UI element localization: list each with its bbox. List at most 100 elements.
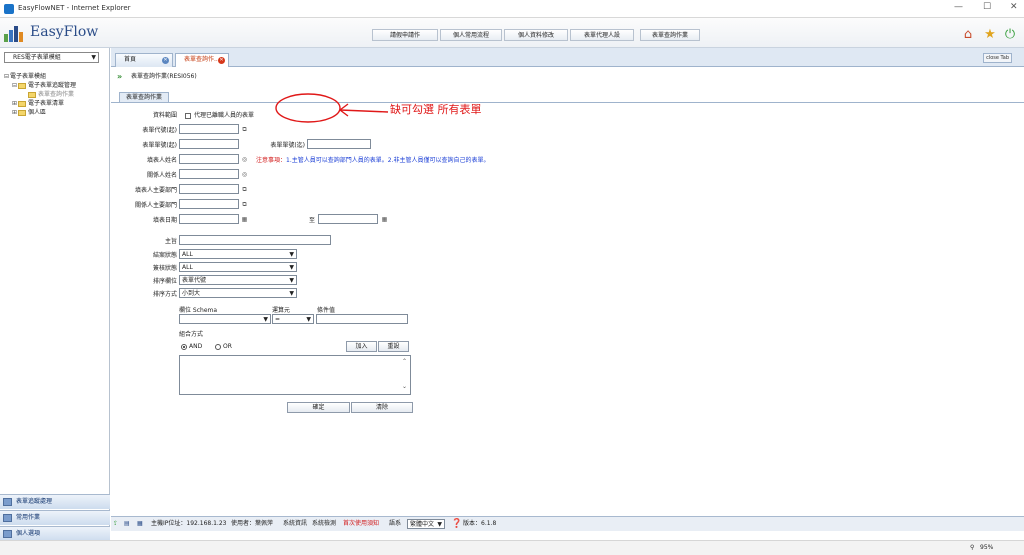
fill-date-to-input[interactable]: [318, 214, 378, 224]
combine-textarea[interactable]: ⌃ ⌄: [179, 355, 411, 395]
checkbox[interactable]: [185, 112, 191, 119]
nav-common-flows[interactable]: 個人常用流程: [440, 29, 502, 41]
breadcrumb: » 表單查詢作業(RESI056): [111, 68, 1024, 85]
sort-order-select[interactable]: 小到大 ▼: [179, 288, 297, 298]
chevron-down-icon: ▼: [437, 521, 442, 528]
close-icon[interactable]: ✕: [162, 57, 169, 64]
filler-name-label: 填表人姓名: [146, 157, 177, 164]
fill-date-from-input[interactable]: [179, 214, 239, 224]
syscheck-link[interactable]: 系統檢測: [312, 517, 336, 531]
related-dept-input[interactable]: [179, 199, 239, 209]
chevron-down-icon: ▼: [306, 316, 311, 323]
sort-order-label: 排序方式: [152, 291, 177, 298]
chevron-down-icon: ▼: [91, 54, 96, 61]
radio-and[interactable]: AND: [181, 343, 202, 350]
accordion-form-tracking[interactable]: 表單追蹤處理: [0, 494, 110, 509]
tab-home[interactable]: 首頁 ✕: [115, 53, 173, 67]
related-name-label: 關係人姓名: [146, 172, 177, 179]
annotation-text: 缺可勾選 所有表單: [390, 103, 482, 116]
nav-leave-request[interactable]: 請假申請作: [372, 29, 438, 41]
app-statusbar: ⇪ ▤ ▦ 主機IP位址：192.168.1.23 使用者：葉佩萍 系統資訊 系…: [111, 516, 1024, 531]
app-header: EasyFlow 請假申請作 個人常用流程 個人資料修改 表單代理人設 表單查詢…: [0, 18, 1024, 48]
document-icon[interactable]: ▤: [124, 517, 130, 531]
tree-group-tracking[interactable]: ⊟ 電子表單追蹤管理: [12, 81, 76, 90]
subject-label: 主旨: [164, 238, 177, 245]
calendar-icon[interactable]: ▦: [241, 216, 248, 223]
schema-select[interactable]: ▼: [179, 314, 271, 324]
favorite-star-icon[interactable]: ★: [982, 27, 998, 43]
radio-selected[interactable]: [181, 343, 187, 350]
home-icon[interactable]: ⌂: [960, 27, 976, 43]
scroll-down-icon[interactable]: ⌄: [401, 383, 408, 390]
chevron-down-icon: ▼: [289, 251, 294, 258]
user-lookup-icon[interactable]: ◎: [241, 156, 248, 163]
tab-form-query[interactable]: 表單查詢作... ✕: [175, 53, 229, 67]
minimize-button[interactable]: —: [954, 2, 963, 12]
subject-input[interactable]: [179, 235, 331, 245]
related-name-input[interactable]: [179, 169, 239, 179]
radio-or[interactable]: OR: [215, 343, 232, 350]
tree-group-personal[interactable]: ⊞ 個人區: [12, 108, 46, 117]
accordion-personal-options[interactable]: 個人選項: [0, 526, 110, 541]
form-code-input[interactable]: [179, 124, 239, 134]
filler-dept-input[interactable]: [179, 184, 239, 194]
filler-name-input[interactable]: [179, 154, 239, 164]
chevron-down-icon: ▼: [289, 264, 294, 271]
sign-status-select[interactable]: ALL ▼: [179, 262, 297, 272]
nav-form-agent[interactable]: 表單代理人設: [570, 29, 634, 41]
main-content: 首頁 ✕ 表單查詢作... ✕ close Tab » 表單查詢作業(RESI056)…: [111, 48, 1024, 516]
tree-leaf-form-query[interactable]: 表單查詢作業: [28, 90, 74, 99]
calendar-icon[interactable]: ▦: [381, 216, 388, 223]
sort-field-select[interactable]: 表單代號 ▼: [179, 275, 297, 285]
accordion-common-tasks[interactable]: 常用作業: [0, 510, 110, 525]
close-window-button[interactable]: ✕: [1010, 2, 1018, 12]
ie-icon: [4, 4, 14, 14]
language-select[interactable]: 繁體中文 ▼: [407, 519, 445, 529]
zoom-icon[interactable]: ⚲: [970, 541, 974, 555]
condition-input[interactable]: [316, 314, 408, 324]
add-button[interactable]: 加入: [346, 341, 377, 352]
reset-button[interactable]: 重設: [378, 341, 409, 352]
scroll-up-icon[interactable]: ⌃: [401, 358, 408, 365]
form-no-from-input[interactable]: [179, 139, 239, 149]
sysinfo-link[interactable]: 系統資訊: [283, 517, 307, 531]
form-code-label: 表單代號(起): [142, 127, 177, 134]
operator-select[interactable]: = ▼: [272, 314, 314, 324]
current-user: 使用者：葉佩萍: [231, 520, 274, 527]
radio-unselected[interactable]: [215, 343, 221, 350]
maximize-button[interactable]: ☐: [983, 2, 991, 12]
date-to-label: 至: [309, 217, 316, 224]
tree-root[interactable]: ⊟電子表單模組: [4, 72, 46, 81]
clear-button[interactable]: 清除: [351, 402, 413, 413]
close-status-select[interactable]: ALL ▼: [179, 249, 297, 259]
zoom-level[interactable]: 95%: [980, 541, 993, 555]
sort-field-label: 排序欄位: [152, 278, 177, 285]
sidebar: RES電子表單模組 ▼ ⊟電子表單模組 ⊟ 電子表單追蹤管理 表單查詢作業 ⊞ 電子表…: [0, 48, 110, 546]
schema-label: 欄位 Schema: [179, 307, 218, 314]
form-no-to-input[interactable]: [307, 139, 371, 149]
logout-icon[interactable]: ⏻: [1002, 27, 1018, 43]
user-icon: [3, 530, 12, 538]
module-select[interactable]: RES電子表單模組 ▼: [4, 52, 99, 63]
close-tab-button[interactable]: close Tab: [983, 53, 1012, 63]
first-use-link[interactable]: 首次使用須知: [343, 517, 379, 531]
lookup-icon[interactable]: ⧉: [241, 186, 248, 193]
lookup-icon[interactable]: ⧉: [241, 201, 248, 208]
help-icon[interactable]: ❓: [451, 517, 462, 531]
user-lookup-icon[interactable]: ◎: [241, 171, 248, 178]
export-icon[interactable]: ⇪: [113, 517, 118, 531]
window-title: EasyFlowNET - Internet Explorer: [18, 4, 131, 12]
data-range-option[interactable]: 代理已離職人員的表單: [185, 110, 254, 119]
form-no-to-label: 表單單號(迄): [270, 142, 305, 149]
grid-icon[interactable]: ▦: [137, 517, 143, 531]
ok-button[interactable]: 確定: [287, 402, 350, 413]
tree-group-form-list[interactable]: ⊞ 電子表單清單: [12, 99, 64, 108]
notes-text: 注意事項：1.主管人員可以查詢部門人員的表單。2.非主管人員僅可以查詢自己的表單…: [256, 157, 490, 164]
nav-form-query[interactable]: 表單查詢作業: [640, 29, 700, 41]
lookup-icon[interactable]: ⧉: [241, 126, 248, 133]
close-icon[interactable]: ✕: [218, 57, 225, 64]
nav-profile-edit[interactable]: 個人資料修改: [504, 29, 568, 41]
server-ip: 主機IP位址：192.168.1.23: [151, 520, 227, 527]
folder-icon: [18, 100, 26, 107]
form-no-from-label: 表單單號(起): [142, 142, 177, 149]
